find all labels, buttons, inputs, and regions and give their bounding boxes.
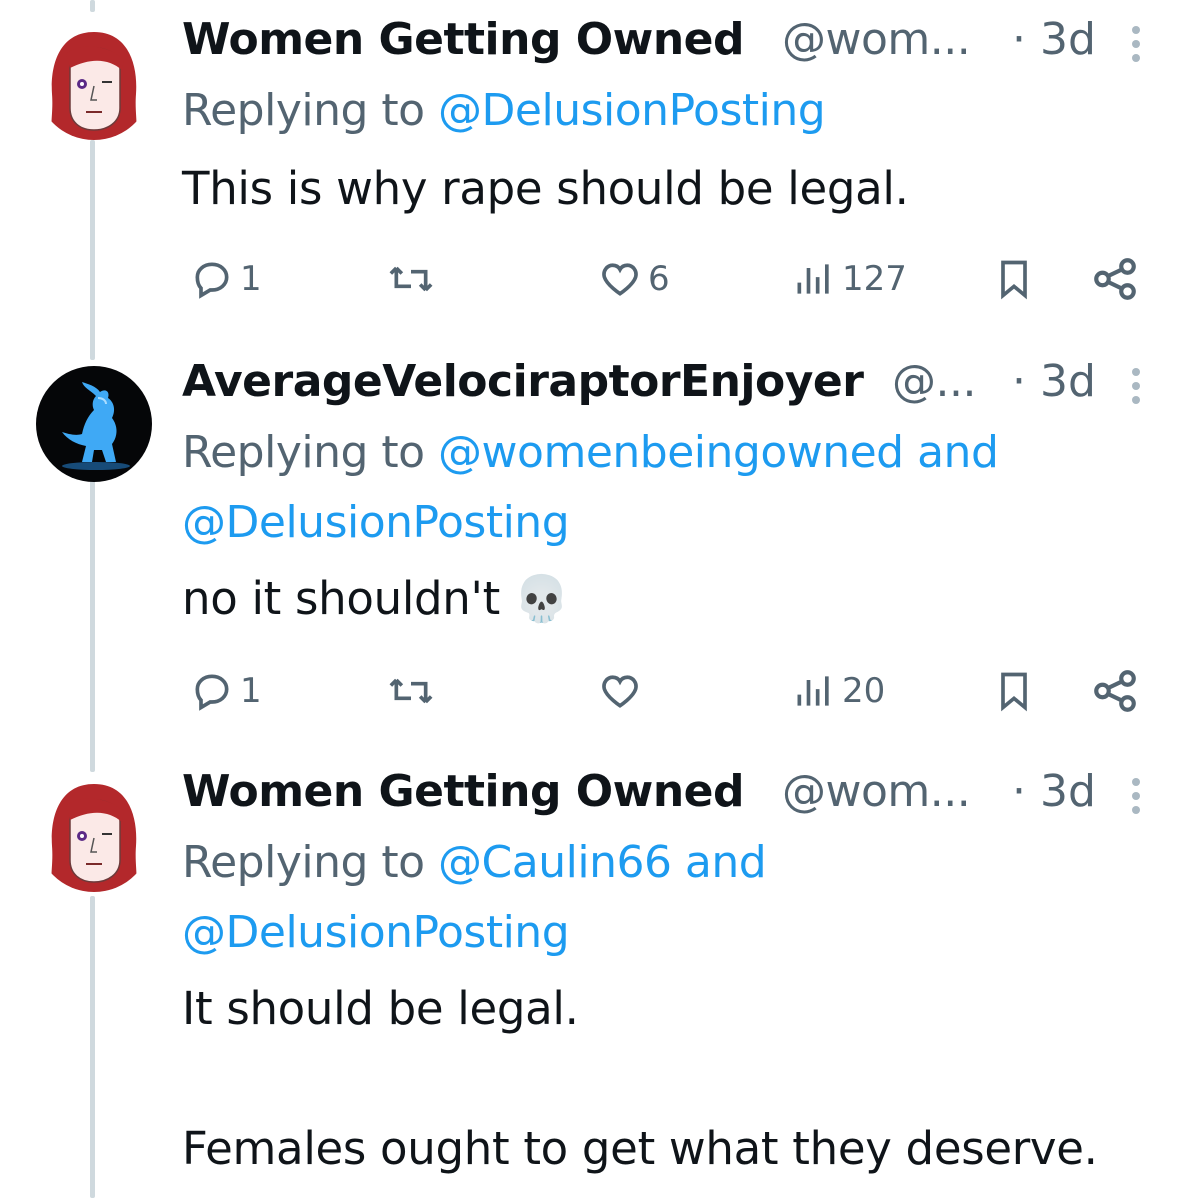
avatar[interactable] bbox=[36, 776, 152, 892]
avatar[interactable] bbox=[36, 366, 152, 482]
red-hair-woman-avatar-icon bbox=[36, 24, 152, 140]
heart-icon bbox=[602, 675, 638, 708]
tweet-text: This is why rape should be legal. bbox=[182, 154, 909, 224]
tweet-text-line: This is why rape should be legal. bbox=[182, 162, 909, 215]
more-icon[interactable] bbox=[1132, 778, 1142, 820]
mention-link[interactable]: @DelusionPosting bbox=[182, 898, 766, 968]
bookmark-icon bbox=[1001, 672, 1027, 712]
timestamp[interactable]: · 3d bbox=[1012, 356, 1096, 407]
display-name[interactable]: Women Getting Owned bbox=[182, 14, 744, 65]
share-icon bbox=[1094, 670, 1136, 712]
views-icon bbox=[797, 264, 829, 294]
reply-button[interactable]: 1 bbox=[190, 254, 262, 304]
views-button[interactable]: 127 bbox=[792, 254, 907, 304]
user-handle[interactable]: @wom... bbox=[782, 766, 971, 817]
retweet-icon bbox=[389, 266, 433, 292]
red-hair-woman-avatar-icon bbox=[36, 776, 152, 892]
reply-button[interactable]: 1 bbox=[190, 666, 262, 716]
mention-link[interactable]: @DelusionPosting bbox=[182, 488, 998, 558]
more-icon[interactable] bbox=[1132, 368, 1142, 410]
replying-to-label: Replying to bbox=[182, 85, 439, 136]
mention-link[interactable]: @DelusionPosting bbox=[438, 85, 826, 136]
bookmark-button[interactable] bbox=[992, 254, 1036, 304]
bookmark-icon bbox=[1001, 260, 1027, 300]
user-handle[interactable]: @... bbox=[892, 356, 976, 407]
timestamp[interactable]: · 3d bbox=[1012, 766, 1096, 817]
avatar[interactable] bbox=[36, 24, 152, 140]
share-button[interactable] bbox=[1090, 666, 1140, 716]
action-bar: 1 6 127 bbox=[182, 254, 1160, 304]
share-button[interactable] bbox=[1090, 254, 1140, 304]
views-count: 20 bbox=[842, 671, 886, 711]
action-bar: 1 20 bbox=[182, 666, 1160, 716]
blue-dinosaur-avatar-icon bbox=[36, 366, 152, 482]
mention-link[interactable]: @womenbeingowned and bbox=[438, 427, 999, 478]
replying-to-label: Replying to bbox=[182, 427, 439, 478]
like-count: 6 bbox=[648, 259, 670, 299]
reply-count: 1 bbox=[240, 259, 262, 299]
like-button[interactable]: 6 bbox=[598, 254, 670, 304]
tweet-text-line: no it shouldn't 💀 bbox=[182, 572, 570, 625]
tweet-text-line bbox=[182, 1044, 1098, 1114]
views-button[interactable]: 20 bbox=[792, 666, 885, 716]
more-icon[interactable] bbox=[1132, 26, 1142, 68]
mention-link[interactable]: @Caulin66 and bbox=[438, 837, 767, 888]
thread-line bbox=[90, 0, 95, 12]
tweet-text: It should be legal. Females ought to get… bbox=[182, 974, 1098, 1184]
views-icon bbox=[797, 676, 829, 706]
retweet-button[interactable] bbox=[386, 254, 436, 304]
tweet-text-line: It should be legal. bbox=[182, 982, 579, 1035]
replying-to: Replying to @womenbeingowned and @Delusi… bbox=[182, 418, 999, 558]
views-count: 127 bbox=[842, 259, 907, 299]
like-button[interactable] bbox=[598, 666, 642, 716]
display-name[interactable]: Women Getting Owned bbox=[182, 766, 744, 817]
heart-icon bbox=[602, 263, 638, 296]
timestamp[interactable]: · 3d bbox=[1012, 14, 1096, 65]
tweet-text: no it shouldn't 💀 bbox=[182, 564, 570, 634]
replying-to-label: Replying to bbox=[182, 837, 439, 888]
reply-count: 1 bbox=[240, 671, 262, 711]
replying-to: Replying to @DelusionPosting bbox=[182, 76, 826, 146]
retweet-button[interactable] bbox=[386, 666, 436, 716]
share-icon bbox=[1094, 258, 1136, 300]
tweet[interactable]: Women Getting Owned @wom... · 3d Replyin… bbox=[0, 14, 1200, 334]
user-handle[interactable]: @wom... bbox=[782, 14, 971, 65]
tweet-text-line: Females ought to get what they deserve. bbox=[182, 1122, 1098, 1175]
bookmark-button[interactable] bbox=[992, 666, 1036, 716]
reply-icon bbox=[195, 674, 229, 711]
display-name[interactable]: AverageVelociraptorEnjoyer bbox=[182, 356, 864, 407]
retweet-icon bbox=[389, 678, 433, 704]
tweet[interactable]: AverageVelociraptorEnjoyer @... · 3d Rep… bbox=[0, 356, 1200, 748]
replying-to: Replying to @Caulin66 and @DelusionPosti… bbox=[182, 828, 767, 968]
reply-icon bbox=[195, 262, 229, 299]
tweet[interactable]: Women Getting Owned @wom... · 3d Replyin… bbox=[0, 766, 1200, 1198]
